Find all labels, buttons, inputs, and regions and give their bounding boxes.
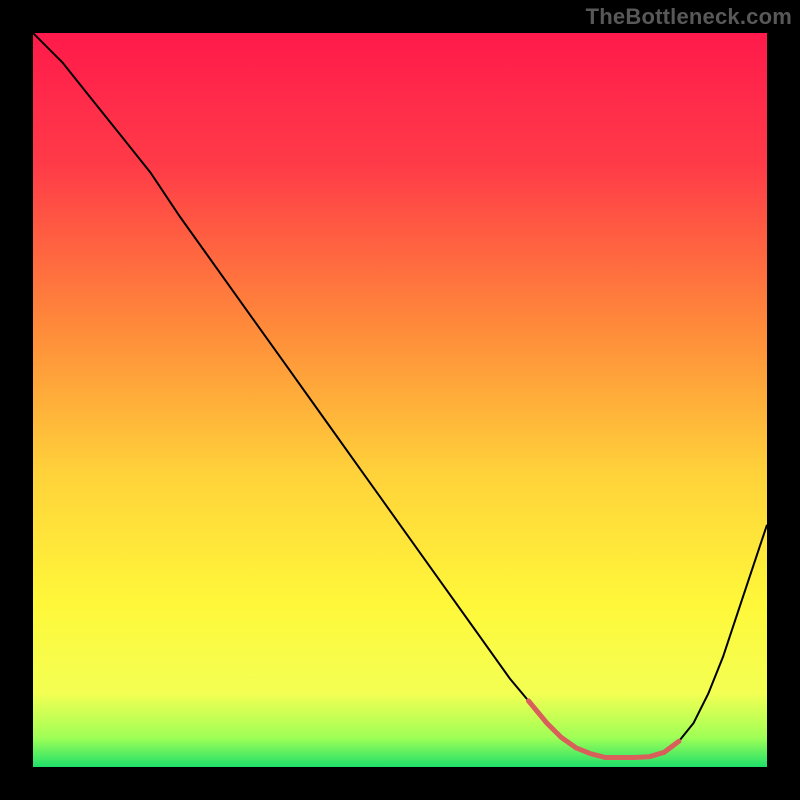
plot-area — [33, 33, 767, 767]
chart-frame: TheBottleneck.com — [0, 0, 800, 800]
bottleneck-chart — [33, 33, 767, 767]
watermark-text: TheBottleneck.com — [586, 4, 792, 30]
gradient-background — [33, 33, 767, 767]
